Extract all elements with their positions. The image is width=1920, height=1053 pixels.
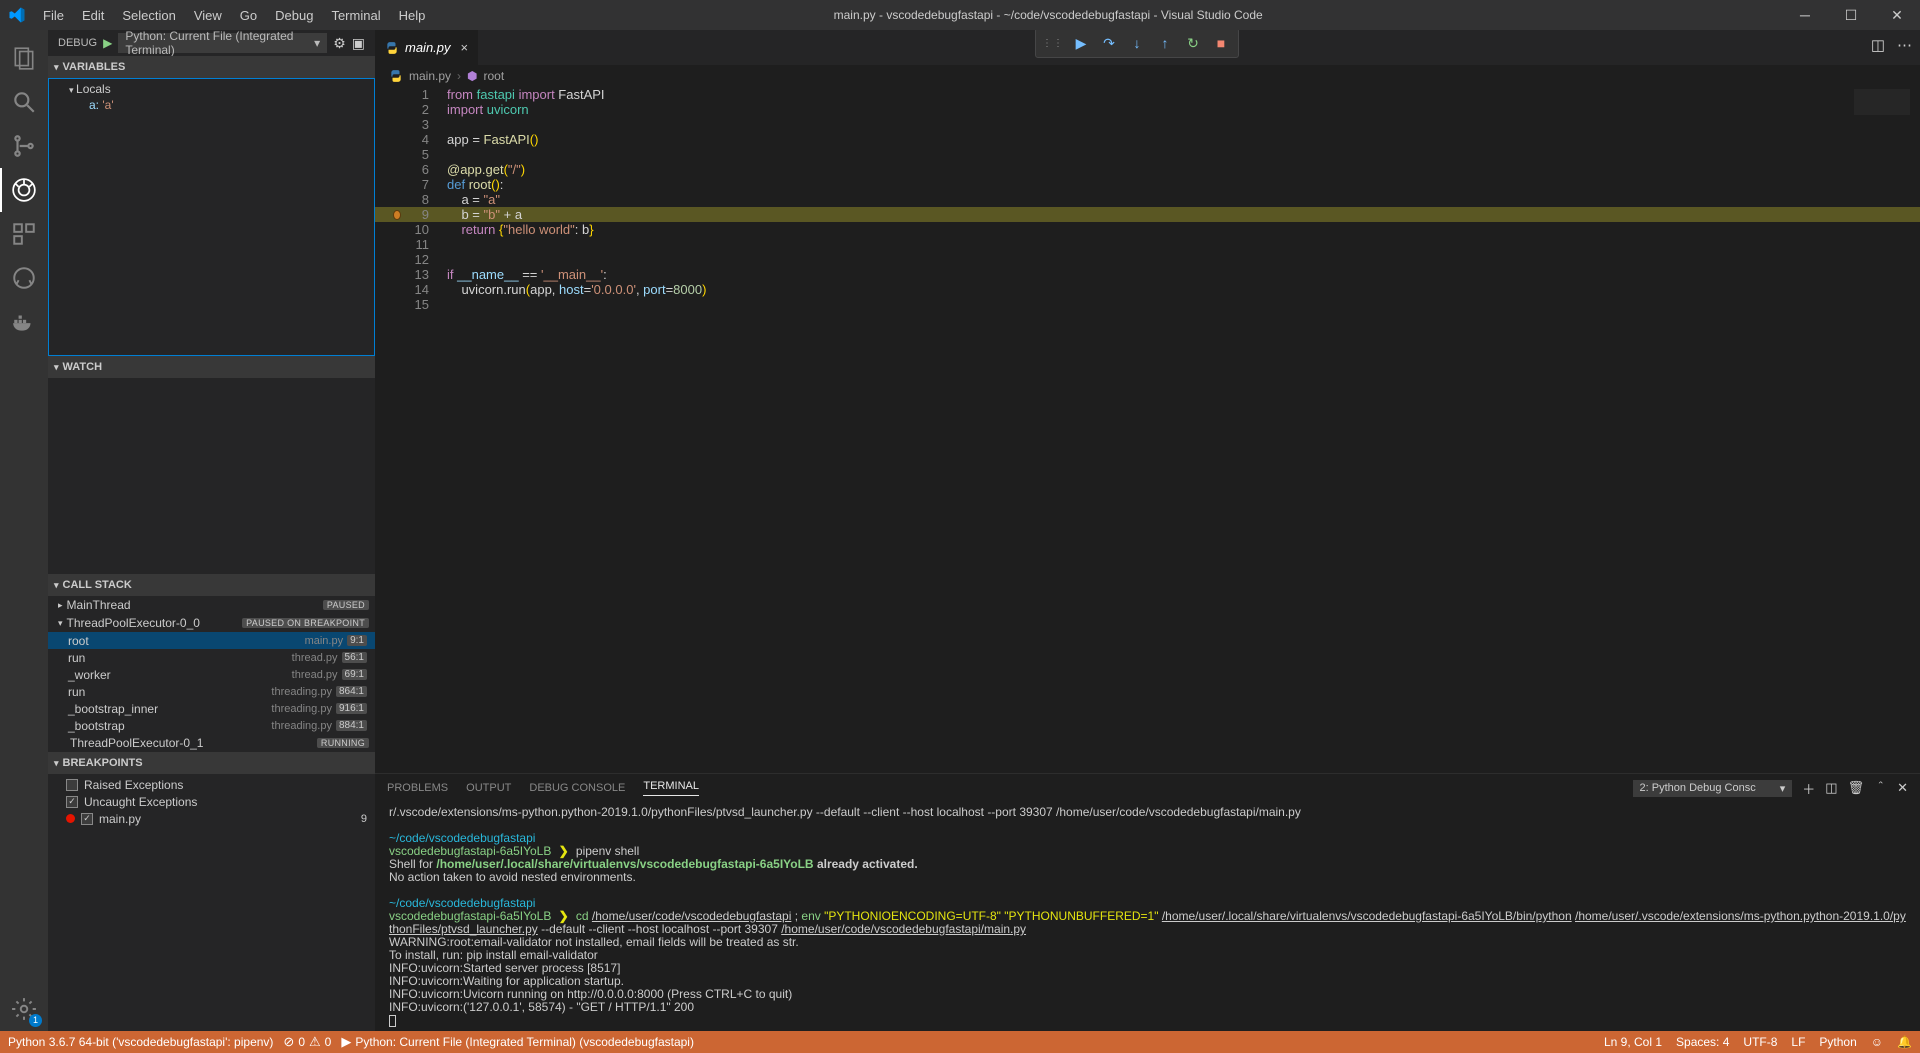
tab-mainpy[interactable]: main.py × bbox=[375, 30, 478, 65]
bp-uncaught[interactable]: Uncaught Exceptions bbox=[48, 793, 375, 810]
sb-debug-config[interactable]: ▶Python: Current File (Integrated Termin… bbox=[341, 1034, 694, 1050]
menu-go[interactable]: Go bbox=[231, 8, 266, 23]
continue-button[interactable]: ▶ bbox=[1068, 30, 1094, 56]
code-editor[interactable]: 1from fastapi import FastAPI 2import uvi… bbox=[375, 87, 1920, 773]
sb-position[interactable]: Ln 9, Col 1 bbox=[1604, 1035, 1662, 1049]
minimap[interactable] bbox=[1854, 89, 1910, 115]
breakpoint-current-icon[interactable] bbox=[393, 210, 401, 220]
breakpoints-section-header[interactable]: ▾BREAKPOINTS bbox=[48, 752, 375, 774]
minimize-button[interactable]: ─ bbox=[1782, 0, 1828, 30]
start-debug-icon[interactable]: ▶ bbox=[103, 36, 112, 50]
sb-spaces[interactable]: Spaces: 4 bbox=[1676, 1035, 1729, 1049]
activity-explorer[interactable] bbox=[0, 36, 48, 80]
breakpoints-body: Raised Exceptions Uncaught Exceptions ma… bbox=[48, 774, 375, 829]
stackframe-run2[interactable]: runthreading.py864:1 bbox=[48, 683, 375, 700]
window-title: main.py - vscodedebugfastapi - ~/code/vs… bbox=[434, 8, 1782, 22]
sb-notifications-icon[interactable]: 🔔 bbox=[1897, 1035, 1912, 1049]
locals-header[interactable]: ▾ Locals bbox=[49, 81, 374, 97]
variable-a[interactable]: a: 'a' bbox=[49, 97, 374, 113]
activity-settings[interactable]: 1 bbox=[0, 987, 48, 1031]
new-terminal-icon[interactable]: ＋ bbox=[1802, 779, 1815, 798]
vscode-icon bbox=[0, 6, 34, 24]
menu-selection[interactable]: Selection bbox=[113, 8, 184, 23]
activity-docker[interactable] bbox=[0, 300, 48, 344]
split-terminal-icon[interactable]: ◫ bbox=[1825, 780, 1837, 796]
debug-console-icon[interactable]: ▣ bbox=[352, 35, 365, 52]
panel-tab-output[interactable]: OUTPUT bbox=[466, 782, 511, 794]
activity-bar: 1 bbox=[0, 30, 48, 1031]
panel-close-icon[interactable]: ✕ bbox=[1897, 780, 1908, 796]
close-button[interactable]: ✕ bbox=[1874, 0, 1920, 30]
stackframe-worker[interactable]: _workerthread.py69:1 bbox=[48, 666, 375, 683]
terminal-selector[interactable]: 2: Python Debug Consc▾ bbox=[1633, 780, 1793, 797]
debug-sidebar: DEBUG ▶ Python: Current File (Integrated… bbox=[48, 30, 375, 1031]
sb-errors[interactable]: ⊘0⚠0 bbox=[283, 1034, 331, 1050]
variables-section-header[interactable]: ▾VARIABLES bbox=[48, 56, 375, 78]
sb-language[interactable]: Python bbox=[1819, 1035, 1856, 1049]
editor-area: ⋮⋮ ▶ ↷ ↓ ↑ ↻ ■ main.py × ◫ ⋯ main.py› ⬢r… bbox=[375, 30, 1920, 1031]
callstack-section-header[interactable]: ▾CALL STACK bbox=[48, 574, 375, 596]
thread-mainthread[interactable]: ▸MainThreadPAUSED bbox=[48, 596, 375, 614]
callstack-body: ▸MainThreadPAUSED ▾ThreadPoolExecutor-0_… bbox=[48, 596, 375, 752]
step-into-button[interactable]: ↓ bbox=[1124, 30, 1150, 56]
python-icon bbox=[389, 69, 403, 83]
bp-mainpy[interactable]: main.py9 bbox=[48, 810, 375, 827]
sb-feedback-icon[interactable]: ☺ bbox=[1871, 1035, 1883, 1049]
watch-body bbox=[48, 378, 375, 574]
sb-encoding[interactable]: UTF-8 bbox=[1743, 1035, 1777, 1049]
panel-tab-problems[interactable]: PROBLEMS bbox=[387, 782, 448, 794]
stackframe-root[interactable]: rootmain.py9:1 bbox=[48, 632, 375, 649]
debug-config-dropdown[interactable]: Python: Current File (Integrated Termina… bbox=[118, 33, 327, 53]
stackframe-bootstrap-inner[interactable]: _bootstrap_innerthreading.py916:1 bbox=[48, 700, 375, 717]
panel-tab-debug-console[interactable]: DEBUG CONSOLE bbox=[529, 782, 625, 794]
bp-raised[interactable]: Raised Exceptions bbox=[48, 776, 375, 793]
panel-tab-terminal[interactable]: TERMINAL bbox=[643, 780, 699, 796]
window-controls: ─ ☐ ✕ bbox=[1782, 0, 1920, 30]
terminal-body[interactable]: r/.vscode/extensions/ms-python.python-20… bbox=[375, 802, 1920, 1031]
activity-remote[interactable] bbox=[0, 256, 48, 300]
breadcrumb[interactable]: main.py› ⬢root bbox=[375, 65, 1920, 87]
split-editor-icon[interactable]: ◫ bbox=[1871, 36, 1885, 54]
activity-extensions[interactable] bbox=[0, 212, 48, 256]
watch-section-header[interactable]: ▾WATCH bbox=[48, 356, 375, 378]
menu-file[interactable]: File bbox=[34, 8, 73, 23]
python-icon bbox=[385, 41, 399, 55]
sb-interpreter[interactable]: Python 3.6.7 64-bit ('vscodedebugfastapi… bbox=[8, 1035, 273, 1049]
drag-handle-icon[interactable]: ⋮⋮ bbox=[1040, 30, 1066, 56]
panel-up-icon[interactable]: ＾ bbox=[1874, 779, 1887, 798]
menu-terminal[interactable]: Terminal bbox=[322, 8, 389, 23]
stackframe-bootstrap[interactable]: _bootstrapthreading.py884:1 bbox=[48, 717, 375, 734]
gear-icon[interactable]: ⚙ bbox=[333, 35, 346, 52]
thread-tpe0[interactable]: ▾ThreadPoolExecutor-0_0PAUSED ON BREAKPO… bbox=[48, 614, 375, 632]
close-tab-icon[interactable]: × bbox=[461, 40, 469, 55]
kill-terminal-icon[interactable]: 🗑 bbox=[1848, 780, 1865, 796]
debug-label: DEBUG bbox=[58, 37, 97, 49]
menu-edit[interactable]: Edit bbox=[73, 8, 113, 23]
activity-search[interactable] bbox=[0, 80, 48, 124]
terminal-cursor bbox=[389, 1015, 396, 1027]
menu-bar: File Edit Selection View Go Debug Termin… bbox=[34, 8, 434, 23]
step-over-button[interactable]: ↷ bbox=[1096, 30, 1122, 56]
activity-scm[interactable] bbox=[0, 124, 48, 168]
step-out-button[interactable]: ↑ bbox=[1152, 30, 1178, 56]
statusbar: Python 3.6.7 64-bit ('vscodedebugfastapi… bbox=[0, 1031, 1920, 1053]
stackframe-run1[interactable]: runthread.py56:1 bbox=[48, 649, 375, 666]
more-actions-icon[interactable]: ⋯ bbox=[1897, 36, 1912, 54]
breakpoint-dot-icon bbox=[66, 814, 75, 823]
restart-button[interactable]: ↻ bbox=[1180, 30, 1206, 56]
thread-tpe1[interactable]: ThreadPoolExecutor-0_1RUNNING bbox=[48, 734, 375, 752]
menu-help[interactable]: Help bbox=[390, 8, 435, 23]
titlebar: File Edit Selection View Go Debug Termin… bbox=[0, 0, 1920, 30]
menu-debug[interactable]: Debug bbox=[266, 8, 322, 23]
maximize-button[interactable]: ☐ bbox=[1828, 0, 1874, 30]
panel: PROBLEMS OUTPUT DEBUG CONSOLE TERMINAL 2… bbox=[375, 773, 1920, 1031]
stop-button[interactable]: ■ bbox=[1208, 30, 1234, 56]
menu-view[interactable]: View bbox=[185, 8, 231, 23]
activity-debug[interactable] bbox=[0, 168, 48, 212]
sb-eol[interactable]: LF bbox=[1791, 1035, 1805, 1049]
debug-toolbar[interactable]: ⋮⋮ ▶ ↷ ↓ ↑ ↻ ■ bbox=[1035, 30, 1239, 58]
